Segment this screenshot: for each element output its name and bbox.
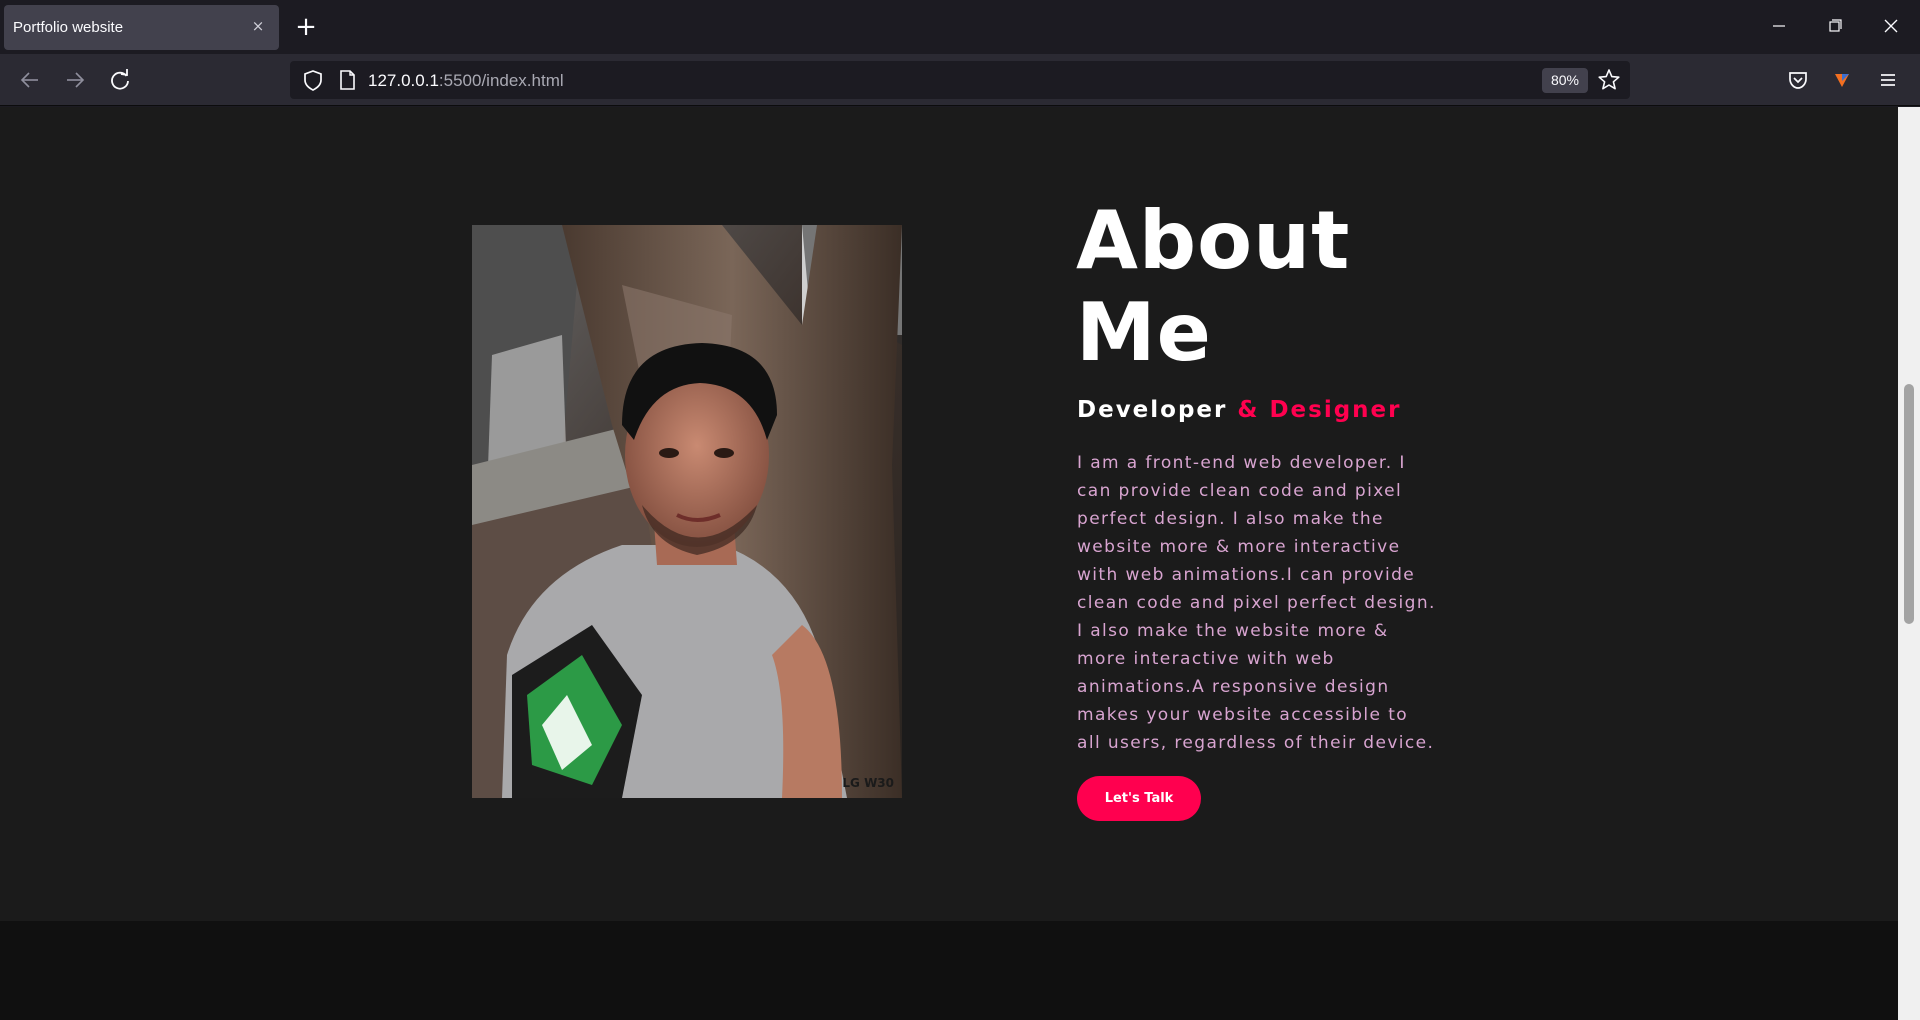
reload-icon[interactable] (104, 64, 136, 96)
subtitle-designer: & Designer (1237, 397, 1402, 423)
lets-talk-button[interactable]: Let's Talk (1077, 776, 1201, 821)
new-tab-button[interactable]: + (290, 12, 322, 44)
url-host: 127.0.0.1 (368, 71, 439, 90)
about-title-line2: Me (1076, 286, 1212, 379)
page-viewport: LG W30 About Me Developer & Designer I a… (0, 107, 1898, 1020)
zoom-level-button[interactable]: 80% (1542, 68, 1588, 93)
url-text[interactable]: 127.0.0.1:5500/index.html (368, 71, 564, 91)
page-scrollbar[interactable] (1898, 107, 1920, 1020)
scrollbar-thumb[interactable] (1904, 384, 1914, 624)
extension-icon[interactable] (1826, 64, 1858, 96)
page-icon[interactable] (332, 65, 362, 95)
close-icon[interactable] (1868, 8, 1914, 44)
address-bar[interactable]: 127.0.0.1:5500/index.html 80% (290, 61, 1630, 99)
minimize-icon[interactable] (1756, 8, 1802, 44)
about-paragraph: I am a front-end web developer. I can pr… (1077, 453, 1436, 753)
tab-close-icon[interactable]: × (247, 15, 269, 37)
about-section: LG W30 About Me Developer & Designer I a… (0, 107, 1898, 921)
subtitle-developer: Developer (1077, 397, 1228, 423)
forward-arrow-icon[interactable] (59, 64, 91, 96)
about-subtitle: Developer & Designer (1077, 397, 1402, 423)
url-path: :5500/index.html (438, 71, 564, 90)
shield-icon[interactable] (298, 65, 328, 95)
tab-title: Portfolio website (13, 19, 124, 36)
hamburger-menu-icon[interactable] (1872, 64, 1904, 96)
profile-photo: LG W30 (472, 225, 902, 798)
next-section (0, 921, 1898, 1020)
photo-watermark: LG W30 (842, 776, 894, 790)
tab-portfolio[interactable]: Portfolio website × (4, 5, 279, 50)
restore-icon[interactable] (1812, 8, 1858, 44)
about-title-line1: About (1076, 194, 1351, 287)
tab-strip: Portfolio website × + (0, 0, 1920, 54)
about-title: About Me (1076, 195, 1476, 379)
pocket-icon[interactable] (1782, 64, 1814, 96)
star-icon[interactable] (1594, 65, 1624, 95)
navigation-toolbar: 127.0.0.1:5500/index.html 80% (0, 54, 1920, 106)
back-arrow-icon[interactable] (14, 64, 46, 96)
